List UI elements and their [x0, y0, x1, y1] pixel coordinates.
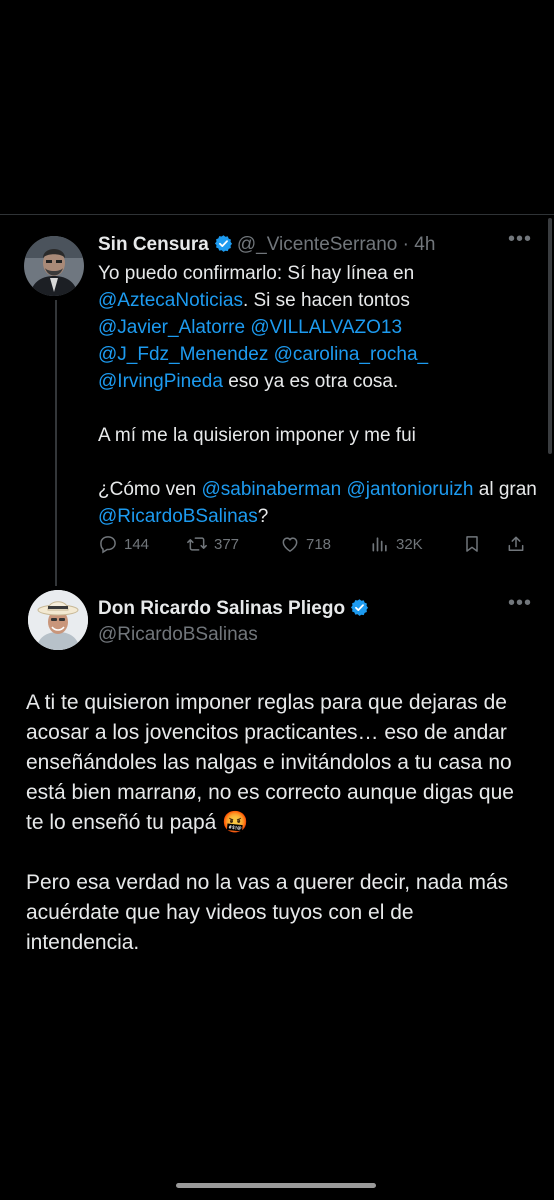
tweet-actions: 144 377 718 32K	[98, 534, 524, 558]
mention-link[interactable]: @AztecaNoticias	[98, 290, 243, 311]
views-count: 32K	[396, 535, 423, 553]
paragraph: ¿Cómo ven @sabinaberman @jantonioruizh a…	[98, 476, 538, 530]
reply-count: 144	[124, 535, 150, 553]
main-tweet-header: Don Ricardo Salinas Pliego	[98, 596, 373, 625]
like-button[interactable]: 718	[280, 534, 331, 554]
handle[interactable]: @RicardoBSalinas	[98, 622, 258, 648]
top-divider	[0, 214, 554, 215]
text: ?	[257, 506, 269, 527]
mention-link[interactable]: @jantonioruizh	[346, 479, 473, 500]
scrollbar[interactable]	[548, 218, 552, 454]
mention-link[interactable]: @carolina_rocha_	[274, 344, 429, 365]
text: al gran	[473, 479, 537, 500]
share-button[interactable]	[506, 534, 526, 554]
avatar[interactable]	[28, 590, 88, 650]
views-button[interactable]: 32K	[370, 534, 423, 554]
mention-link[interactable]: @Javier_Alatorre	[98, 317, 245, 338]
paragraph: A ti te quisieron imponer reglas para qu…	[26, 691, 514, 834]
retweet-icon	[187, 537, 207, 551]
handle[interactable]: @_VicenteSerrano	[237, 234, 397, 255]
home-indicator[interactable]	[176, 1183, 376, 1188]
more-icon[interactable]: •••	[508, 228, 532, 251]
verified-badge-icon	[350, 598, 369, 625]
mention-link[interactable]: @J_Fdz_Menendez	[98, 344, 268, 365]
display-name[interactable]: Sin Censura	[98, 234, 209, 255]
avatar[interactable]	[24, 236, 84, 296]
text: Yo puedo confirmarlo: Sí hay línea en	[98, 263, 415, 284]
reply-icon	[100, 536, 116, 554]
text: ¿Cómo ven	[98, 479, 202, 500]
mention-link[interactable]: @sabinaberman	[201, 479, 341, 500]
more-icon[interactable]: •••	[508, 592, 532, 615]
bookmark-button[interactable]	[462, 534, 482, 554]
mention-link[interactable]: @VILLALVAZO13	[250, 317, 402, 338]
paragraph: A mí me la quisieron imponer y me fui	[98, 425, 416, 446]
bookmark-icon	[466, 536, 478, 552]
mention-link[interactable]: @RicardoBSalinas	[98, 506, 258, 527]
display-name[interactable]: Don Ricardo Salinas Pliego	[98, 598, 345, 619]
retweet-button[interactable]: 377	[186, 534, 239, 554]
reply-tweet-text: Yo puedo confirmarlo: Sí hay línea en @A…	[98, 260, 538, 530]
paragraph: Yo puedo confirmarlo: Sí hay línea en @A…	[98, 260, 538, 395]
share-icon	[508, 536, 524, 551]
verified-badge-icon	[214, 234, 233, 261]
mention-link[interactable]: @IrvingPineda	[98, 371, 223, 392]
paragraph: Pero esa verdad no la vas a querer decir…	[26, 871, 509, 954]
text: eso ya es otra cosa.	[222, 371, 399, 392]
like-count: 718	[306, 535, 332, 553]
like-icon	[282, 537, 298, 552]
retweet-count: 377	[214, 535, 240, 553]
views-icon	[372, 537, 387, 552]
main-tweet-text: A ti te quisieron imponer reglas para qu…	[26, 688, 531, 958]
thread-line	[55, 300, 57, 586]
reply-tweet-header: Sin Censura @_VicenteSerrano · 4h	[98, 232, 435, 261]
reply-button[interactable]: 144	[98, 534, 149, 554]
text: . Si se hacen tontos	[242, 290, 410, 311]
timestamp[interactable]: · 4h	[403, 234, 436, 255]
